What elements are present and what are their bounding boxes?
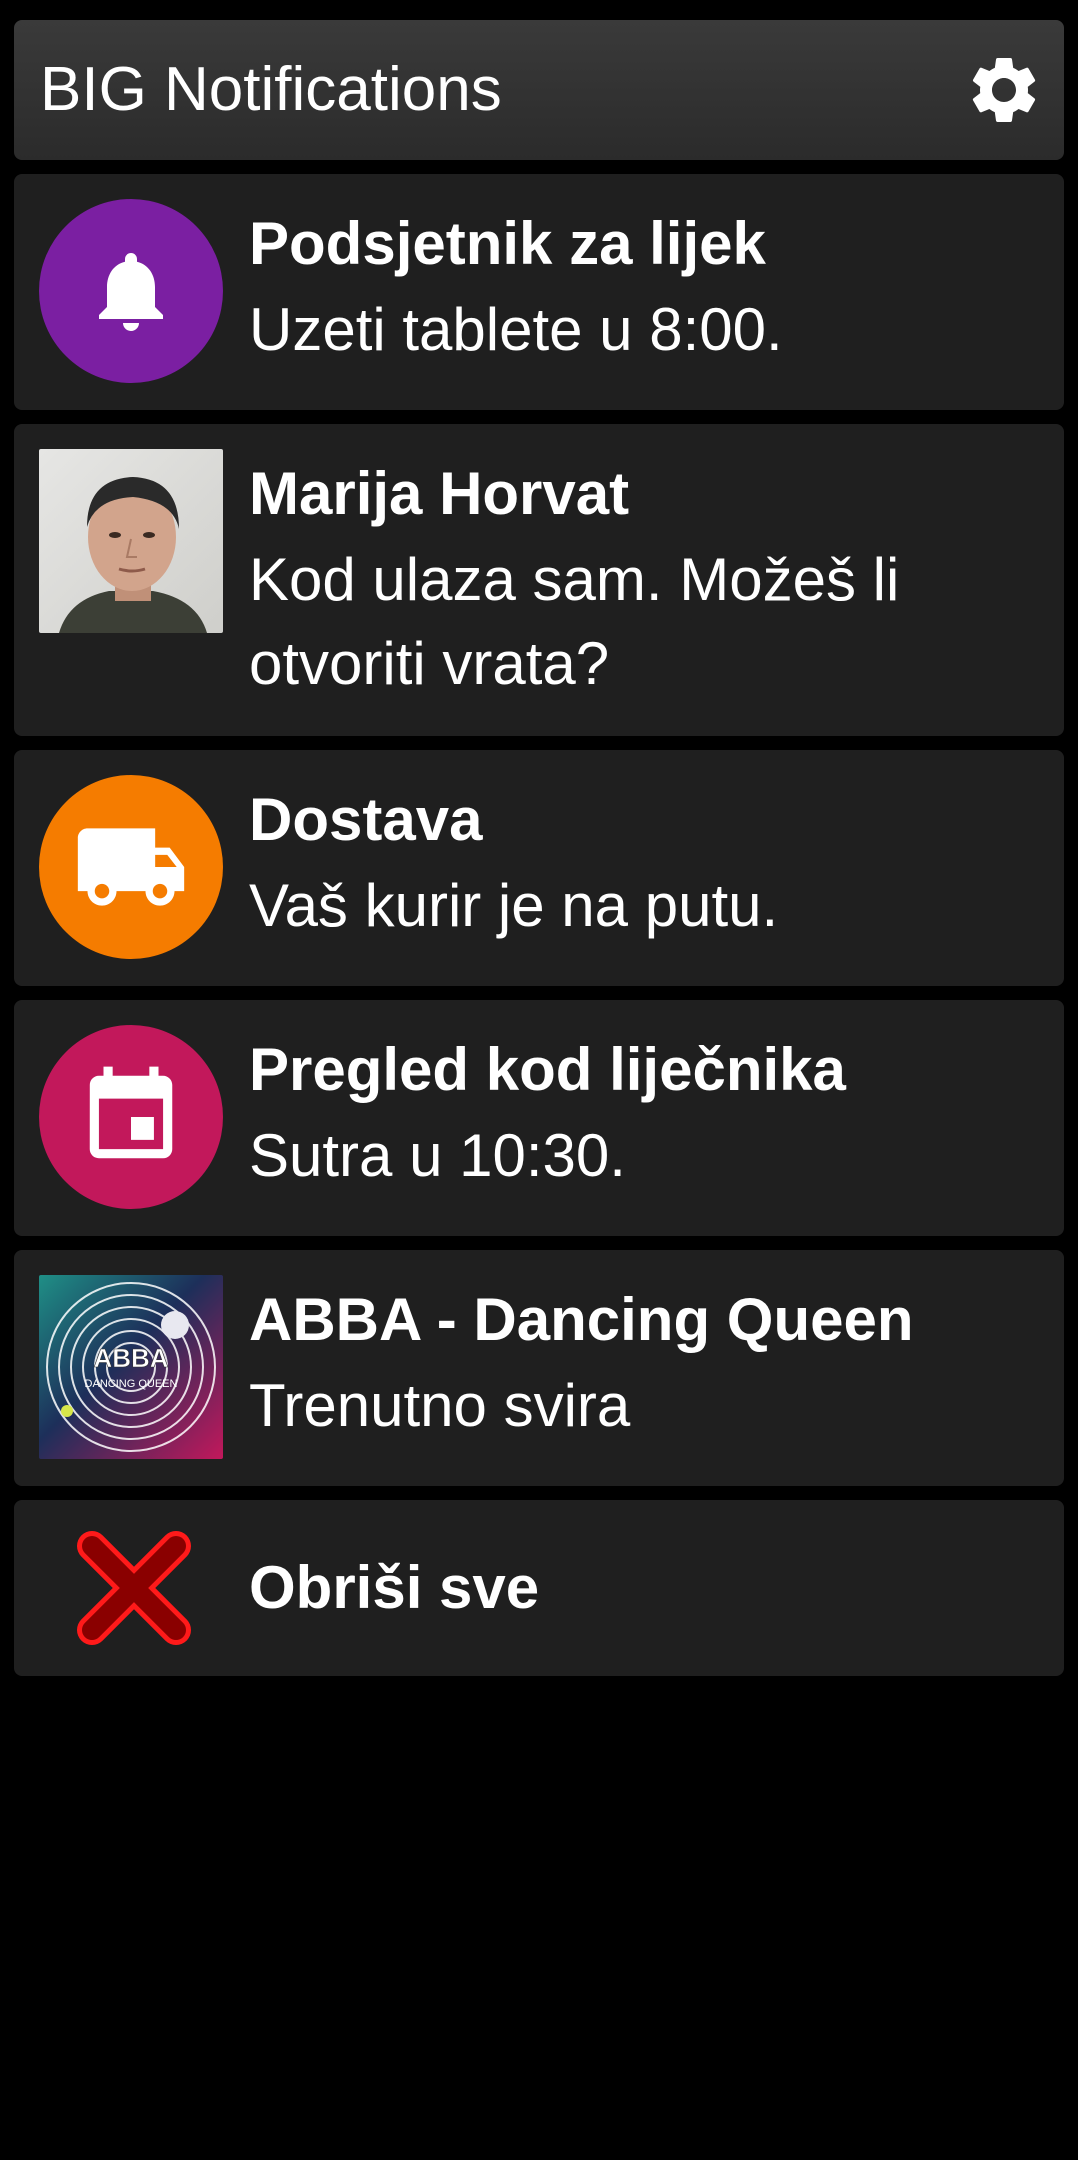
notification-body: Uzeti tablete u 8:00.: [249, 296, 783, 363]
notification-card-delivery[interactable]: Dostava Vaš kurir je na putu.: [14, 750, 1064, 986]
notification-title: Pregled kod liječnika: [249, 1036, 846, 1103]
notification-content: Dostava Vaš kurir je na putu.: [249, 780, 1034, 948]
calendar-icon: [89, 1066, 173, 1159]
close-x-icon: [74, 1528, 194, 1648]
notification-body: Vaš kurir je na putu.: [249, 872, 779, 939]
truck-icon: [77, 828, 185, 906]
album-art-title: ABBA: [93, 1343, 168, 1373]
notification-card-media[interactable]: ABBA DANCING QUEEN ABBA - Dancing Queen …: [14, 1250, 1064, 1486]
notification-title: Marija Horvat: [249, 460, 630, 527]
avatar: [39, 449, 223, 633]
notification-title: Podsjetnik za lijek: [249, 210, 766, 277]
notification-card-medication[interactable]: Podsjetnik za lijek Uzeti tablete u 8:00…: [14, 174, 1064, 410]
notification-content: Pregled kod liječnika Sutra u 10:30.: [249, 1030, 1034, 1198]
bell-icon: [99, 253, 163, 331]
notification-title: Dostava: [249, 786, 483, 853]
notification-body: Trenutno svira: [249, 1372, 631, 1439]
notification-content: Podsjetnik za lijek Uzeti tablete u 8:00…: [249, 204, 1034, 372]
notification-icon-circle: [39, 1025, 223, 1209]
notification-title: ABBA - Dancing Queen: [249, 1286, 914, 1353]
gear-icon: [972, 57, 1036, 122]
notification-card-appointment[interactable]: Pregled kod liječnika Sutra u 10:30.: [14, 1000, 1064, 1236]
album-art: ABBA DANCING QUEEN: [39, 1275, 223, 1459]
notification-body: Sutra u 10:30.: [249, 1122, 626, 1189]
clear-all-label: Obriši sve: [249, 1554, 540, 1621]
album-art-subtitle: DANCING QUEEN: [85, 1378, 178, 1390]
notification-icon-circle: [39, 775, 223, 959]
app-title: BIG Notifications: [40, 55, 502, 124]
clear-all-button[interactable]: Obriši sve: [14, 1500, 1064, 1676]
app-header: BIG Notifications: [14, 20, 1064, 160]
notification-content: ABBA - Dancing Queen Trenutno svira: [249, 1280, 1034, 1448]
notification-content: Marija Horvat Kod ulaza sam. Možeš li ot…: [249, 454, 1034, 706]
notification-icon-circle: [39, 199, 223, 383]
settings-button[interactable]: [964, 50, 1044, 130]
notification-body: Kod ulaza sam. Možeš li otvoriti vrata?: [249, 546, 900, 697]
notification-card-message[interactable]: Marija Horvat Kod ulaza sam. Možeš li ot…: [14, 424, 1064, 736]
